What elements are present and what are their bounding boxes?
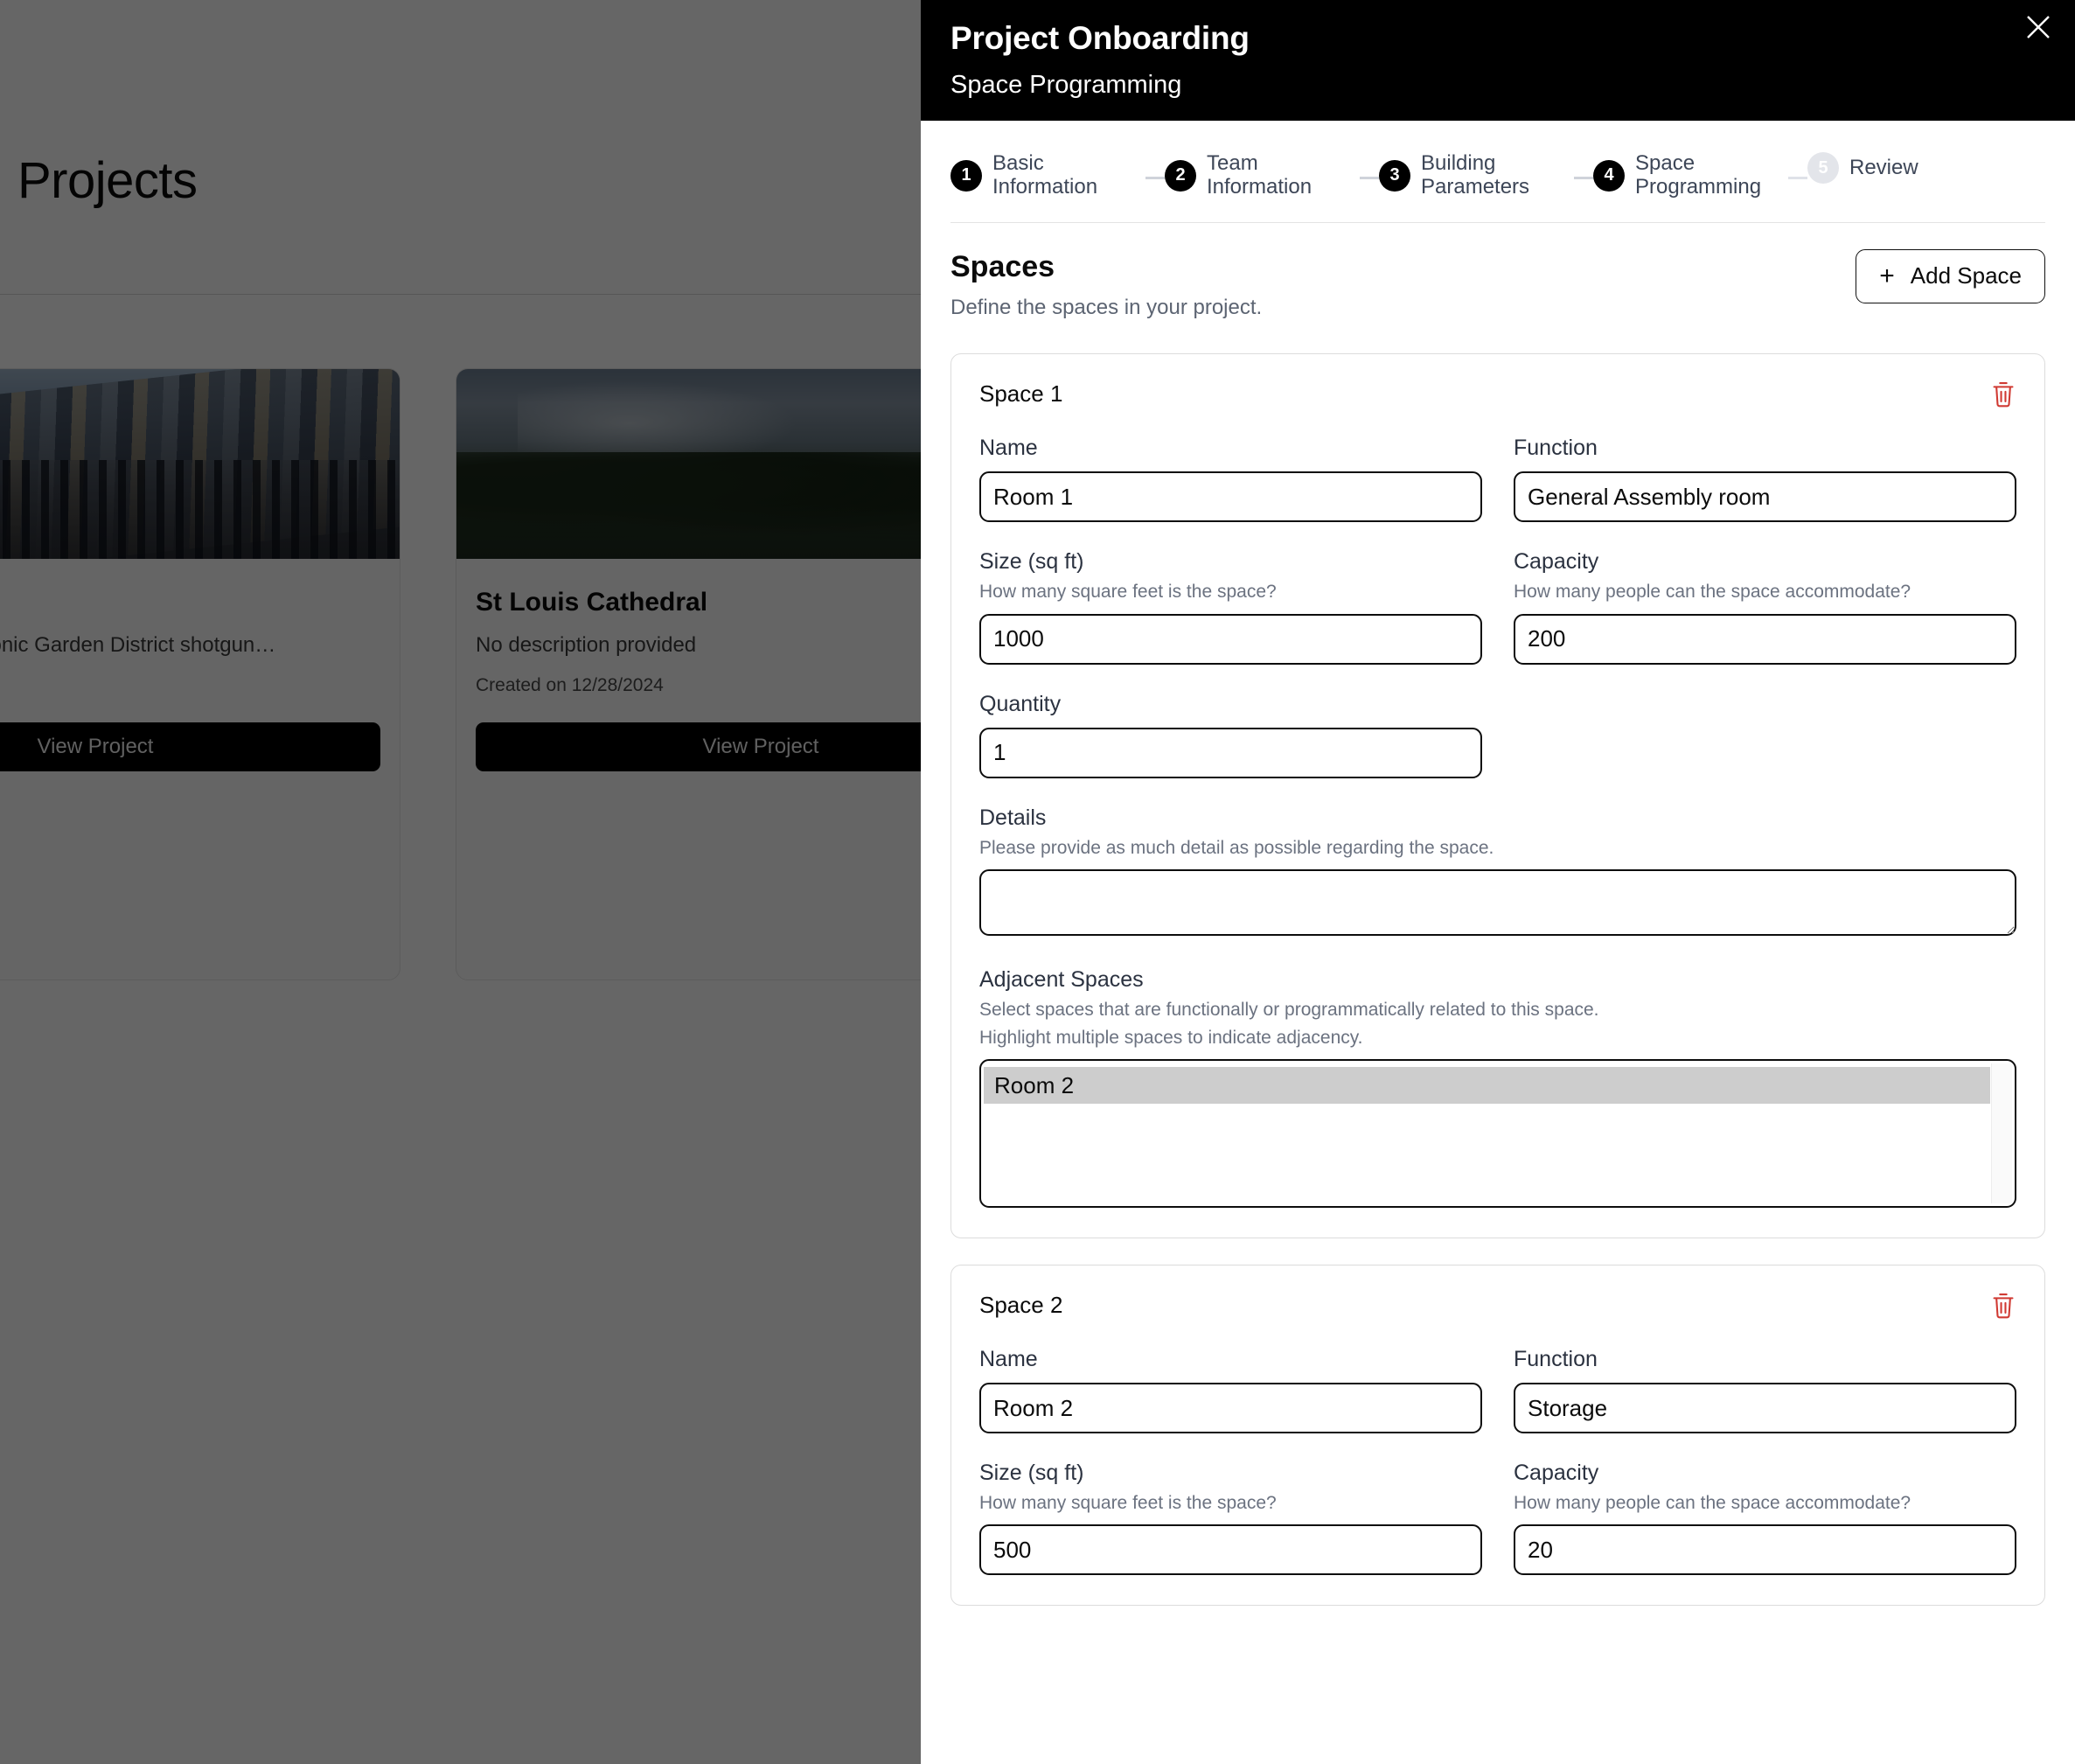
space-size-capacity-grid: Size (sq ft) How many square feet is the… — [979, 1460, 2016, 1576]
space-field-grid: Name Function — [979, 1346, 2016, 1434]
adjacent-spaces-label: Adjacent Spaces — [979, 966, 1144, 992]
space-name-field: Name — [979, 435, 1482, 523]
step-number-badge: 5 — [1807, 152, 1839, 184]
step-number-badge: 1 — [950, 159, 982, 192]
space-size-field: Size (sq ft) How many square feet is the… — [979, 548, 1482, 665]
stepper-step-building-parameters[interactable]: 3 Building Parameters — [1379, 151, 1574, 199]
step-number-badge: 3 — [1379, 159, 1410, 192]
modal-subtitle: Space Programming — [950, 71, 1182, 100]
space-name-label: Name — [979, 436, 1038, 461]
stepper-connector — [1360, 177, 1379, 179]
space-card: Space 2 Name Function — [950, 1265, 2045, 1607]
space-quantity-input[interactable] — [979, 727, 1482, 778]
space-name-input[interactable] — [979, 1383, 1482, 1434]
spaces-list: Space 1 Name Function — [921, 320, 2075, 1607]
space-name-label: Name — [979, 1347, 1038, 1372]
space-capacity-field: Capacity How many people can the space a… — [1514, 1460, 2016, 1576]
space-quantity-grid: Quantity — [979, 691, 2016, 778]
delete-space-button[interactable] — [1990, 380, 2016, 408]
spaces-title: Spaces — [950, 249, 1055, 283]
step-number-badge: 4 — [1593, 159, 1625, 192]
stepper-connector — [1145, 177, 1165, 179]
space-capacity-label: Capacity — [1514, 1461, 1599, 1486]
stepper-step-team-information[interactable]: 2 Team Information — [1165, 151, 1360, 199]
space-capacity-input[interactable] — [1514, 613, 2016, 665]
projects-page: Projects 1122 3rd St Renovation of an ic… — [0, 0, 921, 1764]
adjacent-spaces-scrollbar[interactable] — [1991, 1063, 2012, 1204]
space-card: Space 1 Name Function — [950, 353, 2045, 1239]
space-size-hint: How many square feet is the space? — [979, 582, 1277, 603]
space-size-capacity-grid: Size (sq ft) How many square feet is the… — [979, 548, 2016, 665]
adjacent-spaces-field: Adjacent Spaces Select spaces that are f… — [979, 966, 2016, 1209]
space-card-heading: Space 1 — [979, 380, 1063, 408]
space-field-grid: Name Function — [979, 435, 2016, 523]
onboarding-stepper: 1 Basic Information 2 Team Information 3… — [921, 121, 2075, 199]
space-size-input[interactable] — [979, 613, 1482, 665]
modal-scrim-overlay[interactable] — [0, 0, 921, 1764]
step-label: Building Parameters — [1421, 151, 1530, 199]
add-space-button[interactable]: + Add Space — [1856, 248, 2045, 303]
space-size-label: Size (sq ft) — [979, 1461, 1084, 1486]
space-name-input[interactable] — [979, 471, 1482, 523]
adjacent-spaces-options: Room 2 — [984, 1063, 1990, 1203]
project-onboarding-modal: Project Onboarding Space Programming 1 B… — [921, 0, 2075, 1764]
modal-header: Project Onboarding Space Programming — [921, 0, 2075, 121]
space-function-field: Function — [1514, 1346, 2016, 1434]
space-function-input[interactable] — [1514, 471, 2016, 523]
space-size-hint: How many square feet is the space? — [979, 1493, 1277, 1514]
space-size-field: Size (sq ft) How many square feet is the… — [979, 1460, 1482, 1576]
stepper-step-basic-information[interactable]: 1 Basic Information — [950, 151, 1145, 199]
space-quantity-label: Quantity — [979, 691, 1062, 716]
space-card-header: Space 1 — [979, 380, 2016, 408]
space-capacity-field: Capacity How many people can the space a… — [1514, 548, 2016, 665]
stepper-connector — [1574, 177, 1593, 179]
modal-title: Project Onboarding — [950, 20, 1250, 56]
space-size-label: Size (sq ft) — [979, 549, 1084, 575]
space-function-label: Function — [1514, 436, 1598, 461]
space-function-input[interactable] — [1514, 1383, 2016, 1434]
space-card-header: Space 2 — [979, 1292, 2016, 1320]
space-size-input[interactable] — [979, 1524, 1482, 1576]
adjacent-space-option[interactable]: Room 2 — [984, 1067, 1990, 1105]
step-label: Review — [1849, 155, 1918, 179]
space-quantity-field: Quantity — [979, 691, 1482, 778]
space-capacity-label: Capacity — [1514, 549, 1599, 575]
space-capacity-hint: How many people can the space accommodat… — [1514, 1493, 1911, 1514]
step-label: Basic Information — [992, 151, 1098, 199]
space-function-field: Function — [1514, 435, 2016, 523]
space-details-label: Details — [979, 805, 1047, 830]
spaces-section-heading-group: Spaces Define the spaces in your project… — [950, 249, 1262, 321]
step-number-badge: 2 — [1165, 159, 1196, 192]
add-space-button-label: Add Space — [1910, 262, 2022, 289]
stepper-step-review[interactable]: 5 Review — [1807, 152, 1918, 184]
adjacent-spaces-hint-1: Select spaces that are functionally or p… — [979, 999, 1599, 1020]
space-function-label: Function — [1514, 1347, 1598, 1372]
step-label: Space Programming — [1635, 151, 1762, 199]
stepper-connector — [1788, 177, 1807, 179]
close-icon — [2027, 16, 2050, 38]
space-details-hint: Please provide as much detail as possibl… — [979, 837, 1494, 858]
spaces-section-header: Spaces Define the spaces in your project… — [921, 223, 2075, 321]
step-label: Team Information — [1207, 151, 1313, 199]
spaces-subtitle: Define the spaces in your project. — [950, 295, 1263, 319]
space-details-field: Details Please provide as much detail as… — [979, 805, 2016, 940]
space-name-field: Name — [979, 1346, 1482, 1434]
stepper-step-space-programming[interactable]: 4 Space Programming — [1593, 151, 1788, 199]
adjacent-spaces-hint-2: Highlight multiple spaces to indicate ad… — [979, 1027, 1363, 1048]
trash-icon — [1993, 382, 2014, 408]
delete-space-button[interactable] — [1990, 1292, 2016, 1320]
space-details-textarea[interactable] — [979, 868, 2016, 936]
adjacent-spaces-listbox[interactable]: Room 2 — [979, 1059, 2016, 1209]
close-modal-button[interactable] — [2016, 4, 2061, 50]
trash-icon — [1993, 1293, 2014, 1319]
space-capacity-hint: How many people can the space accommodat… — [1514, 582, 1911, 603]
plus-icon: + — [1879, 261, 1895, 290]
space-card-heading: Space 2 — [979, 1292, 1063, 1319]
space-capacity-input[interactable] — [1514, 1524, 2016, 1576]
